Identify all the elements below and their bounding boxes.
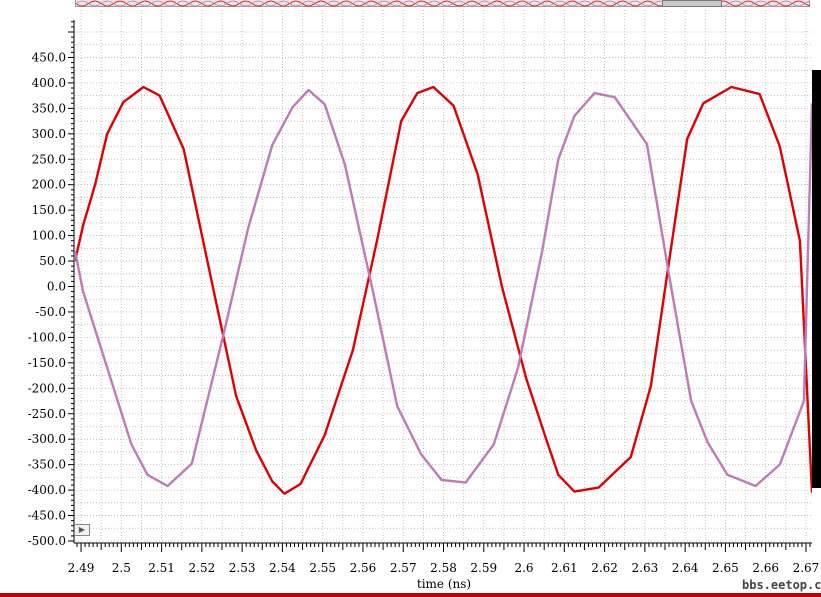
y-tick-label: -50.0 (35, 305, 66, 319)
vertical-scrollbar[interactable] (812, 70, 821, 488)
waveform-chart: 450.0 400.0 350.0 300.0 250.0 200.0 150.0 100.0… (28, 10, 820, 591)
series-line-2 (75, 88, 812, 488)
x-tick-label: 2.55 (309, 561, 336, 575)
y-tick-label: 50.0 (39, 254, 66, 268)
y-tick-label: -500.0 (28, 534, 66, 548)
x-tick-label: 2.63 (632, 561, 659, 575)
x-tick-label: 2.62 (591, 561, 618, 575)
x-tick-label: 2.53 (229, 561, 256, 575)
y-tick-label: 100.0 (32, 229, 66, 243)
x-tick-label: 2.49 (68, 561, 95, 575)
y-tick-label: 150.0 (32, 203, 66, 217)
x-tick-label: 2.67 (793, 561, 820, 575)
y-tick-label: -200.0 (28, 381, 66, 395)
y-tick-label: 0.0 (47, 280, 66, 294)
y-tick-label: 400.0 (32, 76, 66, 90)
x-tick-label: 2.56 (350, 561, 377, 575)
watermark: bbs.eetop.cn (742, 578, 821, 592)
play-button[interactable]: ▶ (74, 524, 90, 536)
y-tick-label: -100.0 (28, 330, 66, 344)
y-tick-label: -300.0 (28, 432, 66, 446)
x-tick-label: 2.61 (551, 561, 578, 575)
y-tick-label: -250.0 (28, 407, 66, 421)
x-tick-label: 2.66 (752, 561, 779, 575)
grid (75, 10, 812, 542)
x-tick-label: 2.59 (470, 561, 497, 575)
y-tick-label: -450.0 (28, 509, 66, 523)
x-tick-label: 2.52 (189, 561, 216, 575)
y-tick-label: -400.0 (28, 483, 66, 497)
x-tick-label: 2.58 (430, 561, 457, 575)
x-tick-label: 2.5 (112, 561, 131, 575)
x-tick-label: 2.51 (148, 561, 175, 575)
x-axis-title: time (ns) (417, 577, 471, 591)
y-tick-label: -350.0 (28, 458, 66, 472)
y-tick-label: 200.0 (32, 178, 66, 192)
x-tick-label: 2.64 (672, 561, 699, 575)
y-tick-label: 450.0 (32, 50, 66, 64)
x-tick-label: 2.6 (514, 561, 533, 575)
x-tick-label: 2.54 (269, 561, 296, 575)
y-tick-label: 350.0 (32, 101, 66, 115)
y-tick-label: -150.0 (28, 356, 66, 370)
bottom-border (0, 593, 821, 597)
x-tick-label: 2.57 (390, 561, 417, 575)
y-tick-label: 300.0 (32, 127, 66, 141)
y-tick-label: 250.0 (32, 152, 66, 166)
x-tick-label: 2.65 (712, 561, 739, 575)
